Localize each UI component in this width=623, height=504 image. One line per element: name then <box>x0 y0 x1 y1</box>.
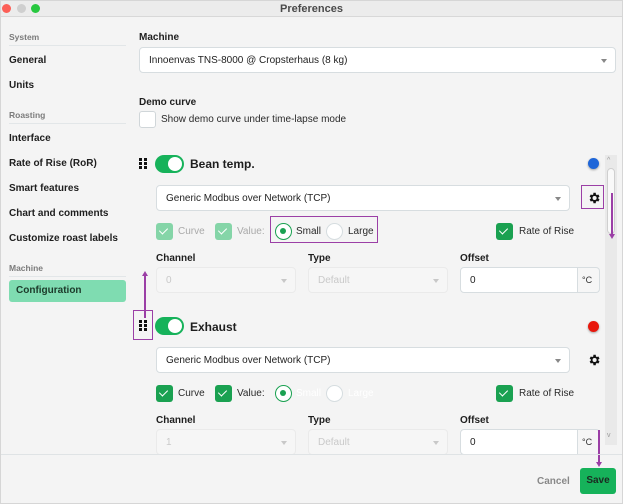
toggle-knob <box>168 157 182 171</box>
chevron-down-icon <box>601 59 607 63</box>
chevron-down-icon <box>555 197 561 201</box>
exhaust-channel-select[interactable]: 1 <box>156 429 296 454</box>
chevron-down-icon <box>281 279 287 283</box>
exhaust-size-small-label: Small <box>296 388 322 399</box>
exhaust-value-checkbox[interactable] <box>215 385 232 402</box>
bean-temp-ror-checkbox[interactable] <box>496 223 513 240</box>
sidebar-item-general[interactable]: General <box>9 55 46 66</box>
bean-temp-offset-unit: °C <box>578 267 600 293</box>
exhaust-offset-value: 0 <box>470 437 476 448</box>
sidebar-item-customize-roast-labels[interactable]: Customize roast labels <box>9 233 118 244</box>
save-button[interactable]: Save <box>580 468 616 494</box>
chevron-down-icon <box>433 279 439 283</box>
exhaust-curve-label: Curve <box>178 388 205 399</box>
sidebar-section-roasting: Roasting <box>9 110 46 120</box>
exhaust-source-select[interactable]: Generic Modbus over Network (TCP) <box>156 347 570 373</box>
bean-temp-toggle[interactable] <box>155 155 184 173</box>
toggle-knob <box>168 319 182 333</box>
bean-temp-type-select[interactable]: Default <box>308 267 448 293</box>
annotation-arrow <box>598 430 600 454</box>
exhaust-size-small-radio[interactable] <box>275 385 292 402</box>
exhaust-curve-checkbox[interactable] <box>156 385 173 402</box>
title-bar: Preferences <box>1 1 622 17</box>
annotation-highlight <box>581 185 604 209</box>
sidebar-item-interface[interactable]: Interface <box>9 133 51 144</box>
bean-temp-source-value: Generic Modbus over Network (TCP) <box>166 193 331 204</box>
exhaust-type-label: Type <box>308 415 331 426</box>
divider <box>9 276 126 277</box>
bean-temp-ror-label: Rate of Rise <box>519 226 575 237</box>
machine-select[interactable]: Innoenvas TNS-8000 @ Cropsterhaus (8 kg) <box>139 47 616 73</box>
divider <box>9 45 126 46</box>
chevron-down-icon <box>281 441 287 445</box>
bean-temp-source-select[interactable]: Generic Modbus over Network (TCP) <box>156 185 570 211</box>
preferences-window: Preferences System General Units Roastin… <box>0 0 623 504</box>
annotation-highlight <box>270 216 378 243</box>
sidebar-section-machine: Machine <box>9 263 44 273</box>
bean-temp-color-picker[interactable] <box>588 158 599 169</box>
exhaust-settings-gear-icon[interactable] <box>587 353 601 367</box>
exhaust-offset-unit: °C <box>578 429 600 454</box>
annotation-arrow-head <box>609 234 615 239</box>
bean-temp-offset-value: 0 <box>470 275 476 286</box>
annotation-arrow <box>611 193 613 235</box>
sidebar-section-system: System <box>9 32 40 42</box>
chevron-down-icon <box>433 441 439 445</box>
exhaust-channel-label: Channel <box>156 415 196 426</box>
machine-label: Machine <box>139 32 180 43</box>
bean-temp-value-label: Value: <box>237 226 265 237</box>
exhaust-title: Exhaust <box>190 320 237 334</box>
sidebar: System General Units Roasting Interface … <box>1 18 133 454</box>
demo-curve-checkbox-label: Show demo curve under time-lapse mode <box>161 114 347 125</box>
exhaust-size-large-radio[interactable] <box>326 385 343 402</box>
exhaust-size-large-label: Large <box>348 388 374 399</box>
exhaust-value-label: Value: <box>237 388 265 399</box>
exhaust-type-value: Default <box>318 437 350 448</box>
machine-select-value: Innoenvas TNS-8000 @ Cropsterhaus (8 kg) <box>149 55 348 66</box>
sidebar-item-chart-and-comments[interactable]: Chart and comments <box>9 208 108 219</box>
configuration-panel: Machine Innoenvas TNS-8000 @ Cropsterhau… <box>133 18 623 454</box>
scroll-down-icon[interactable]: v <box>607 432 611 439</box>
annotation-arrow-head <box>142 271 148 276</box>
scroll-up-icon[interactable]: ^ <box>607 157 610 164</box>
drag-handle-icon[interactable] <box>139 320 148 331</box>
chevron-down-icon <box>555 359 561 363</box>
exhaust-ror-checkbox[interactable] <box>496 385 513 402</box>
divider <box>9 123 126 124</box>
sidebar-item-configuration[interactable]: Configuration <box>9 280 126 302</box>
sidebar-item-units[interactable]: Units <box>9 80 34 91</box>
bean-temp-offset-input[interactable]: 0 <box>460 267 578 293</box>
sidebar-item-smart-features[interactable]: Smart features <box>9 183 79 194</box>
bean-temp-curve-label: Curve <box>178 226 205 237</box>
bean-temp-channel-value: 0 <box>166 275 172 286</box>
exhaust-offset-label: Offset <box>460 415 489 426</box>
exhaust-color-picker[interactable] <box>588 321 599 332</box>
bean-temp-curve-checkbox[interactable] <box>156 223 173 240</box>
exhaust-source-value: Generic Modbus over Network (TCP) <box>166 355 331 366</box>
bean-temp-type-value: Default <box>318 275 350 286</box>
bean-temp-channel-select[interactable]: 0 <box>156 267 296 293</box>
bean-temp-type-label: Type <box>308 253 331 264</box>
exhaust-type-select[interactable]: Default <box>308 429 448 454</box>
drag-handle-icon[interactable] <box>139 158 148 169</box>
bean-temp-offset-label: Offset <box>460 253 489 264</box>
exhaust-toggle[interactable] <box>155 317 184 335</box>
bean-temp-value-checkbox[interactable] <box>215 223 232 240</box>
exhaust-ror-label: Rate of Rise <box>519 388 575 399</box>
bean-temp-title: Bean temp. <box>190 157 255 171</box>
sidebar-item-rate-of-rise[interactable]: Rate of Rise (RoR) <box>9 158 97 169</box>
demo-curve-checkbox[interactable] <box>139 111 156 128</box>
annotation-arrow-head <box>596 462 602 467</box>
exhaust-offset-input[interactable]: 0 <box>460 429 578 454</box>
cancel-button[interactable]: Cancel <box>537 476 570 487</box>
window-title: Preferences <box>280 3 343 15</box>
demo-curve-label: Demo curve <box>139 97 197 108</box>
footer: Cancel Save <box>1 454 622 503</box>
bean-temp-channel-label: Channel <box>156 253 196 264</box>
exhaust-channel-value: 1 <box>166 437 172 448</box>
